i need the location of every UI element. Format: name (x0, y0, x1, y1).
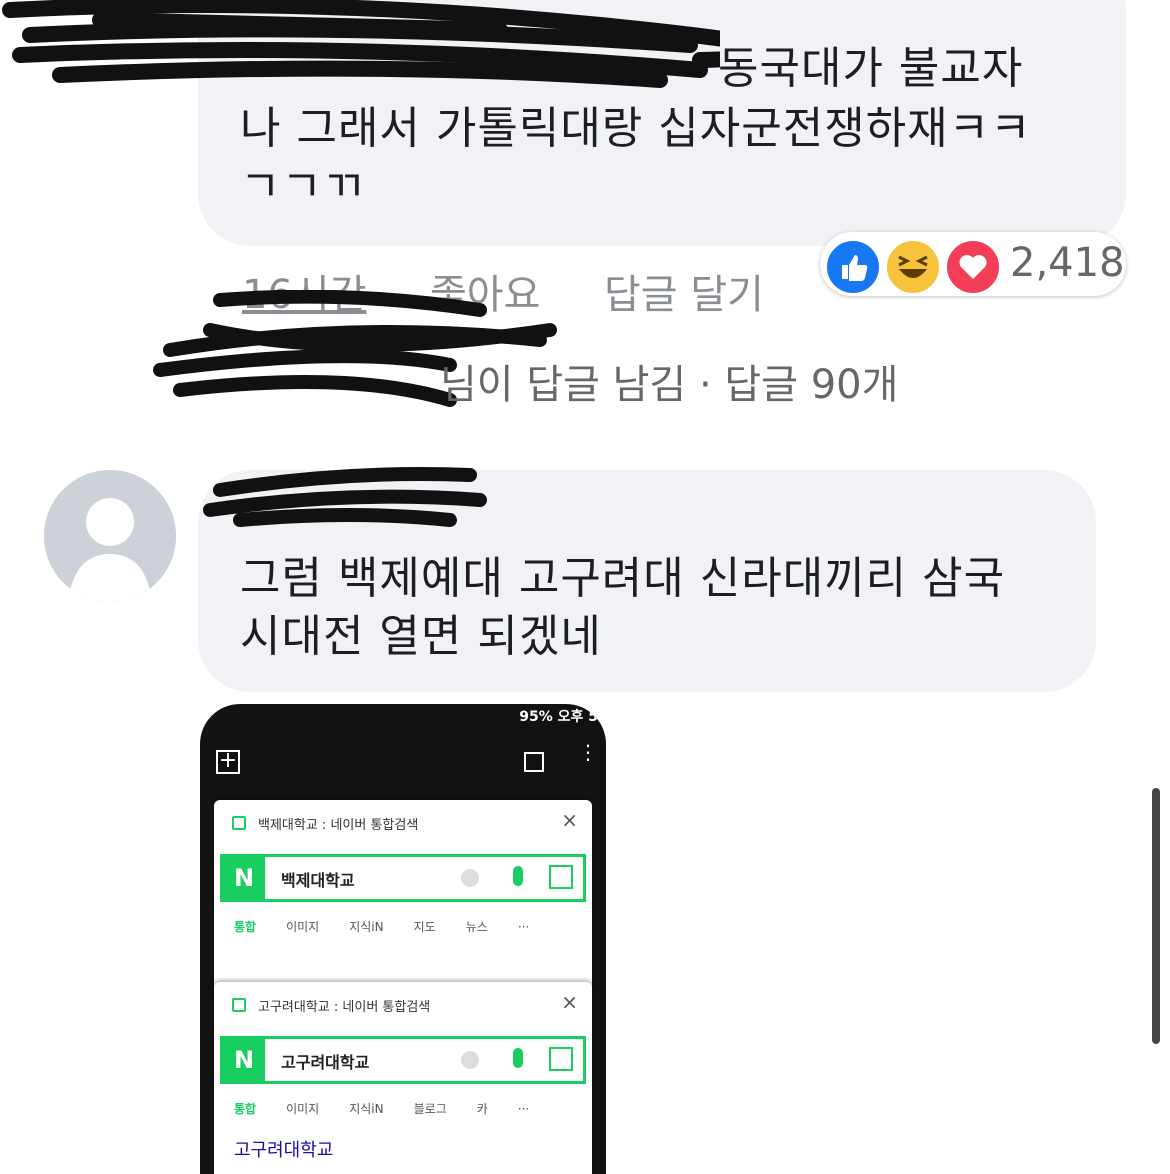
tab-title-2: 고구려대학교 : 네이버 통합검색 (258, 1000, 431, 1015)
comment-text-line3: ㄱㄱㄲ (240, 161, 365, 212)
naver-favicon (232, 816, 246, 830)
tab-2-4[interactable]: 카 (477, 1102, 488, 1116)
naver-logo: N (223, 857, 265, 899)
close-icon[interactable]: × (561, 808, 578, 832)
redaction-scribble-3 (203, 467, 487, 527)
clear-icon (461, 869, 479, 887)
lens-icon (549, 1047, 573, 1071)
naver-logo: N (223, 1039, 265, 1081)
mic-icon (513, 866, 523, 886)
clear-icon (461, 1051, 479, 1069)
naver-search-box-2[interactable]: N 고구려대학교 (220, 1036, 586, 1084)
mic-icon (513, 1048, 523, 1068)
comment-text-line2: 나 그래서 가톨릭대랑 십자군전쟁하재ㅋㅋ (240, 103, 1032, 154)
avatar[interactable] (44, 470, 176, 602)
tab-2-1[interactable]: 이미지 (286, 1102, 319, 1116)
tab-1-1[interactable]: 이미지 (286, 920, 319, 934)
comment-text-line1: 동국대가 불교자 (718, 43, 1024, 94)
reactions-summary[interactable]: 2,418 (820, 232, 1126, 296)
haha-icon (884, 238, 942, 296)
naver-favicon (232, 998, 246, 1012)
tab-1-5[interactable]: ··· (518, 920, 529, 934)
lens-icon (549, 865, 573, 889)
tab-2-5[interactable]: ··· (518, 1102, 529, 1116)
tab-1-2[interactable]: 지식iN (349, 920, 383, 934)
reply-button[interactable]: 답글 달기 (604, 262, 764, 320)
search-value-1: 백제대학교 (281, 871, 355, 890)
love-icon (944, 238, 1002, 296)
tab-title-1: 백제대학교 : 네이버 통합검색 (258, 818, 419, 833)
browser-tab-card-1[interactable]: 백제대학교 : 네이버 통합검색 × N 백제대학교 통합 이미지 지식iN 지도 뉴스… (214, 800, 592, 1000)
tab-2-0[interactable]: 통합 (234, 1102, 256, 1116)
reaction-count: 2,418 (1010, 240, 1125, 286)
redaction-scribble-1 (2, 0, 720, 88)
result-title[interactable]: 고구려대학교 (234, 1136, 333, 1162)
scrollbar[interactable] (1152, 788, 1160, 1044)
search-tabs-2: 통합 이미지 지식iN 블로그 카 ··· (234, 1100, 559, 1117)
replies-summary[interactable]: 님이 답글 남김 · 답글 90개 (440, 352, 898, 410)
attached-screenshot[interactable]: 95% 오후 5 + ⋮ 백제대학교 : 네이버 통합검색 × N 백제대학교 … (200, 704, 606, 1174)
tab-2-2[interactable]: 지식iN (349, 1102, 383, 1116)
like-icon (824, 238, 882, 296)
plus-icon: + (216, 750, 240, 774)
phone-status-bar: 95% 오후 5 (519, 709, 598, 725)
tab-1-3[interactable]: 지도 (414, 920, 436, 934)
close-icon[interactable]: × (561, 990, 578, 1014)
tabs-icon (524, 752, 544, 772)
naver-search-box-1[interactable]: N 백제대학교 (220, 854, 586, 902)
tab-1-4[interactable]: 뉴스 (466, 920, 488, 934)
tab-2-3[interactable]: 블로그 (414, 1102, 447, 1116)
browser-tab-card-2[interactable]: 고구려대학교 : 네이버 통합검색 × N 고구려대학교 통합 이미지 지식iN 블로… (214, 982, 592, 1174)
more-icon: ⋮ (578, 740, 598, 764)
comment-text-2: 그럼 백제예대 고구려대 신라대끼리 삼국 시대전 열면 되겠네 (240, 553, 1006, 662)
search-value-2: 고구려대학교 (281, 1053, 370, 1072)
tab-1-0[interactable]: 통합 (234, 920, 256, 934)
search-tabs-1: 통합 이미지 지식iN 지도 뉴스 ··· (234, 918, 559, 935)
